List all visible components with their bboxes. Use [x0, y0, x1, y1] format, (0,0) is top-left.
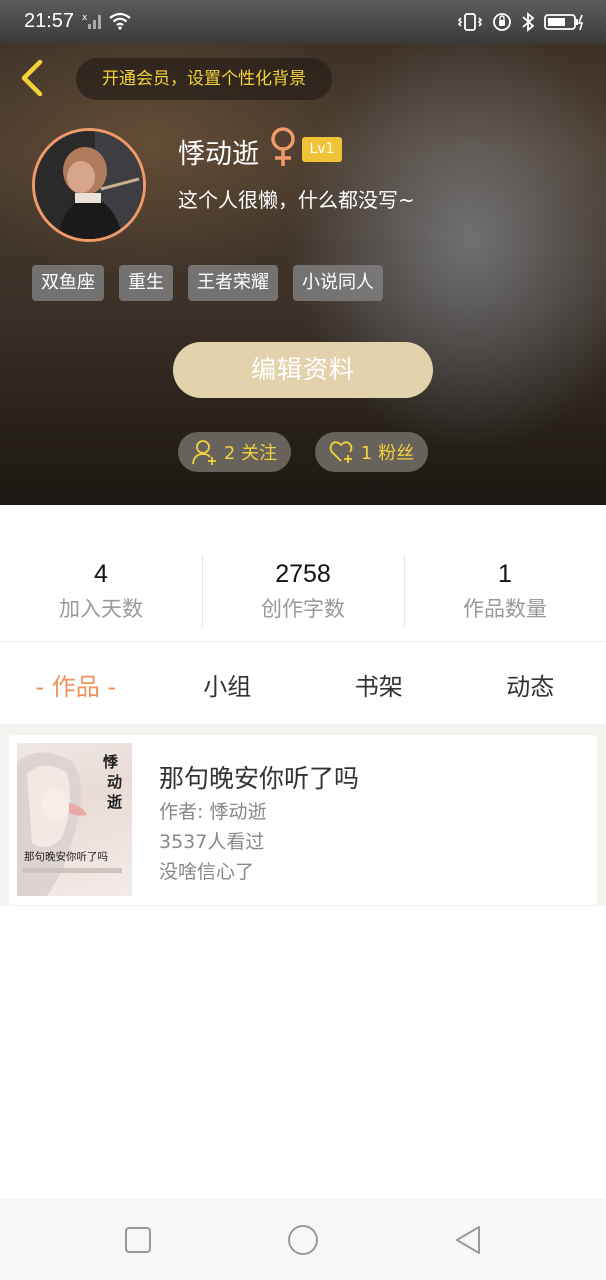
stat-word-count: 2758 创作字数 — [202, 540, 404, 640]
avatar-photo — [35, 131, 143, 239]
back-button[interactable] — [16, 58, 52, 98]
vibrate-icon — [457, 12, 483, 37]
work-views: 3537人看过 — [159, 831, 265, 853]
divider — [0, 641, 606, 642]
followers-button[interactable]: 1 粉丝 — [315, 432, 428, 472]
triangle-back-icon — [456, 1226, 480, 1254]
profile-header: 21:57 x 开通会员，设置个性化背景 悸动逝 Lv1 这个人很懒，什么都没写… — [0, 0, 606, 505]
female-icon — [268, 126, 298, 168]
stat-value: 2758 — [275, 560, 331, 588]
profile-stats: 4 加入天数 2758 创作字数 1 作品数量 — [0, 540, 606, 640]
tab-bookshelf[interactable]: 书架 — [303, 660, 455, 714]
book-cover: 悸动逝 那句晚安你听了吗 — [17, 743, 132, 896]
tab-works[interactable]: - 作品 - — [0, 660, 152, 714]
status-bar: 21:57 x — [0, 0, 606, 44]
add-user-icon — [192, 440, 216, 465]
stat-label: 加入天数 — [59, 597, 143, 621]
vip-background-prompt[interactable]: 开通会员，设置个性化背景 — [76, 58, 332, 100]
stat-label: 作品数量 — [463, 597, 547, 621]
svg-text:x: x — [82, 13, 88, 23]
followers-count: 1 粉丝 — [360, 443, 415, 464]
recent-apps-button[interactable] — [121, 1223, 155, 1257]
tab-activity[interactable]: 动态 — [455, 660, 606, 714]
edit-profile-button[interactable]: 编辑资料 — [173, 342, 433, 398]
tag[interactable]: 小说同人 — [293, 265, 383, 301]
signal-off-icon: x — [82, 12, 104, 35]
username: 悸动逝 — [178, 139, 259, 170]
cover-illustration: 悸动逝 那句晚安你听了吗 — [17, 752, 122, 896]
tag[interactable]: 重生 — [119, 265, 173, 301]
following-count: 2 关注 — [223, 443, 278, 464]
bio-text: 这个人很懒，什么都没写~ — [178, 188, 415, 212]
stat-join-days: 4 加入天数 — [0, 540, 202, 640]
back-nav-button[interactable] — [451, 1223, 485, 1257]
home-button[interactable] — [286, 1223, 320, 1257]
circle-icon — [288, 1225, 318, 1255]
work-author: 作者: 悸动逝 — [159, 801, 267, 823]
work-description: 没啥信心了 — [159, 861, 255, 883]
tag[interactable]: 双鱼座 — [32, 265, 104, 301]
cover-author-char: 悸动逝 — [103, 753, 122, 811]
alarm-icon — [492, 12, 512, 37]
level-badge: Lv1 — [302, 137, 342, 162]
tag-list: 双鱼座 重生 王者荣耀 小说同人 — [32, 265, 383, 301]
stat-value: 1 — [498, 560, 512, 588]
cover-title: 那句晚安你听了吗 — [24, 850, 108, 863]
tab-groups[interactable]: 小组 — [152, 660, 304, 714]
chevron-left-icon — [21, 59, 43, 97]
bluetooth-icon — [521, 12, 535, 37]
content-tabs: - 作品 - 小组 书架 动态 — [0, 660, 606, 714]
heart-plus-icon — [329, 441, 353, 463]
wifi-icon — [108, 12, 132, 35]
avatar[interactable] — [32, 128, 146, 242]
square-icon — [125, 1227, 151, 1253]
status-time: 21:57 — [24, 10, 75, 32]
stat-value: 4 — [94, 560, 108, 588]
following-button[interactable]: 2 关注 — [178, 432, 291, 472]
stat-label: 创作字数 — [261, 597, 345, 621]
work-card[interactable]: 悸动逝 那句晚安你听了吗 那句晚安你听了吗 作者: 悸动逝 3537人看过 没啥… — [9, 735, 597, 905]
tag[interactable]: 王者荣耀 — [188, 265, 278, 301]
work-title[interactable]: 那句晚安你听了吗 — [159, 759, 359, 795]
battery-charging-icon — [544, 12, 584, 37]
system-nav-bar — [0, 1199, 606, 1280]
stat-work-count: 1 作品数量 — [404, 540, 606, 640]
